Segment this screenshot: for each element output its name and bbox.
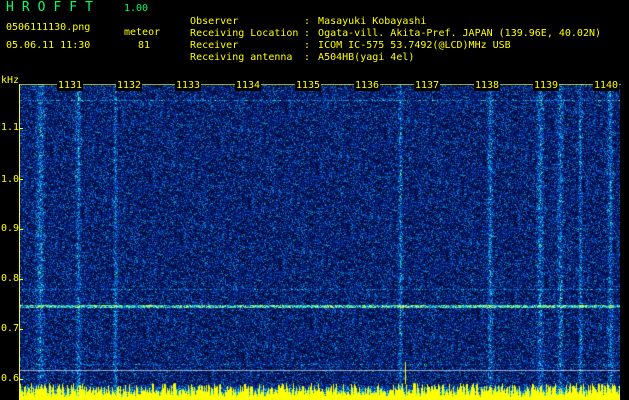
- y-tick: [19, 379, 23, 380]
- info-key: Receiving antenna: [190, 52, 293, 63]
- app-title: HROFFT: [6, 0, 101, 15]
- x-label-1136: 1136: [354, 80, 381, 91]
- x-label-1135: 1135: [295, 80, 322, 91]
- info-value: A504HB(yagi 4el): [318, 52, 415, 63]
- x-label-1138: 1138: [474, 80, 501, 91]
- date-time: 05.06.11 11:30: [6, 40, 91, 51]
- spectrogram: [20, 84, 620, 400]
- info-antenna: Receiving antenna: A504HB(yagi 4el): [178, 40, 414, 64]
- y-tick: [19, 179, 23, 180]
- y-label-1.1: 1.1: [1, 122, 20, 133]
- y-label-0.8: 0.8: [1, 273, 20, 284]
- app-version: 1.00: [124, 3, 149, 14]
- y-axis-line: [19, 84, 20, 400]
- y-tick: [19, 279, 23, 280]
- file-name: 0506111130.png: [6, 22, 91, 33]
- x-label-1140: 1140: [593, 80, 620, 91]
- x-label-1131: 1131: [57, 80, 84, 91]
- y-tick: [19, 329, 23, 330]
- mode-label: meteor: [124, 27, 161, 38]
- unit-label: kHz: [1, 75, 20, 86]
- y-tick: [19, 229, 23, 230]
- x-label-1137: 1137: [414, 80, 441, 91]
- y-label-1.0: 1.0: [1, 174, 20, 185]
- y-label-0.9: 0.9: [1, 223, 20, 234]
- y-label-0.6: 0.6: [1, 373, 20, 384]
- x-label-1139: 1139: [533, 80, 560, 91]
- y-tick: [19, 128, 23, 129]
- info-sep: :: [304, 52, 311, 63]
- x-label-1133: 1133: [175, 80, 202, 91]
- x-label-1132: 1132: [116, 80, 143, 91]
- meteor-count: 81: [138, 40, 151, 51]
- x-label-1134: 1134: [235, 80, 262, 91]
- y-label-0.7: 0.7: [1, 323, 20, 334]
